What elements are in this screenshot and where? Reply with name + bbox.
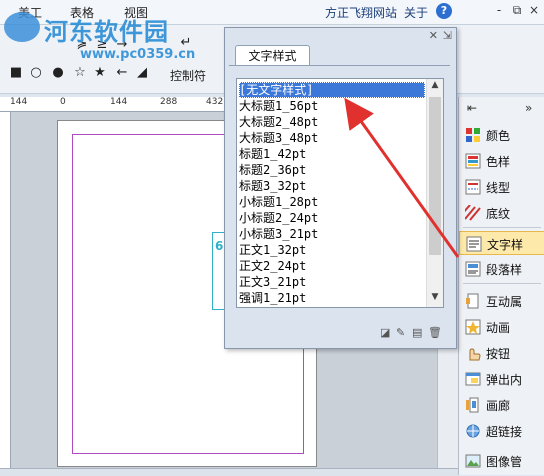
- annotation-arrow: [344, 97, 460, 258]
